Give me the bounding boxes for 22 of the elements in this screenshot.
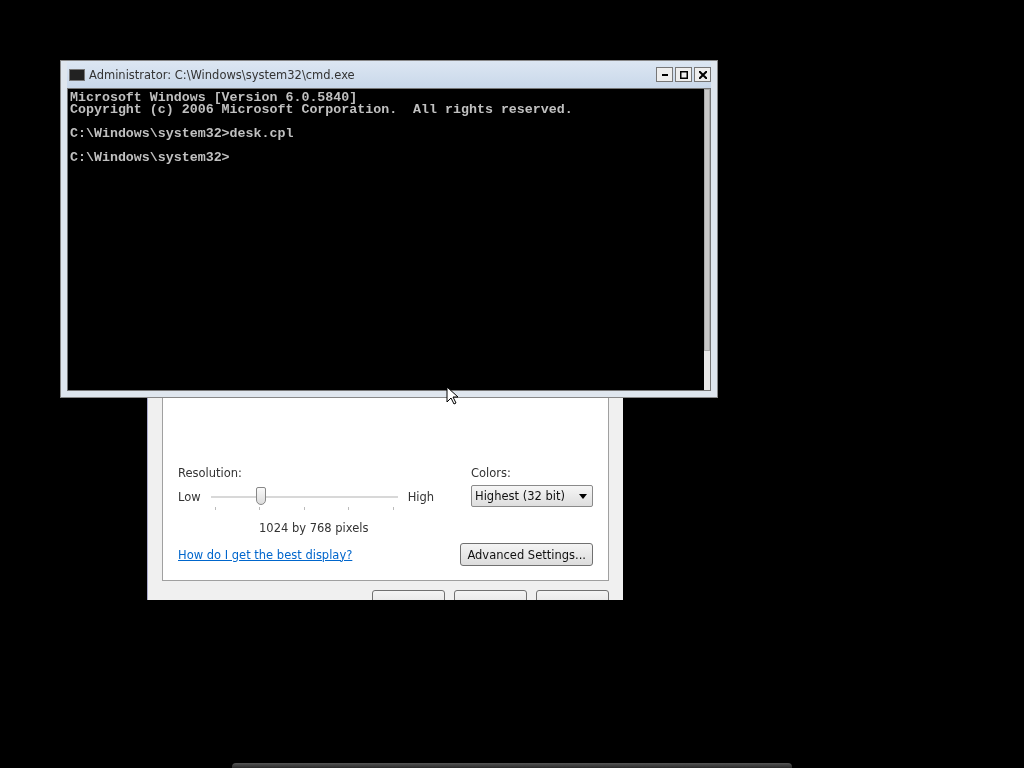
high-label: High [407, 490, 435, 504]
close-button[interactable] [694, 67, 711, 82]
console-line: Copyright (c) 2006 Microsoft Corporation. All rights reserved. [70, 104, 574, 116]
minimize-button[interactable] [656, 67, 673, 82]
resolution-reading: 1024 by 768 pixels [259, 521, 370, 535]
console-line: C:\Windows\system32> [70, 152, 231, 164]
advanced-settings-button[interactable]: Advanced Settings... [460, 543, 593, 566]
colors-label: Colors: [471, 466, 512, 480]
close-icon [698, 70, 707, 79]
minimize-icon [661, 73, 668, 76]
console-line: Microsoft Windows [Version 6.0.5840] [70, 92, 358, 104]
colors-dropdown[interactable]: Highest (32 bit) [471, 485, 593, 507]
low-label: Low [178, 490, 201, 504]
resolution-label: Resolution: [178, 466, 243, 480]
help-link[interactable]: How do I get the best display? [178, 547, 353, 562]
caret-icon [579, 493, 587, 499]
console-icon [69, 68, 85, 81]
console-line: C:\Windows\system32>desk.cpl [70, 128, 295, 140]
window-title: Administrator: C:\Windows\system32\cmd.exe [89, 67, 356, 82]
maximize-icon [679, 70, 688, 79]
maximize-button[interactable] [675, 67, 692, 82]
slider-thumb[interactable] [256, 487, 267, 505]
